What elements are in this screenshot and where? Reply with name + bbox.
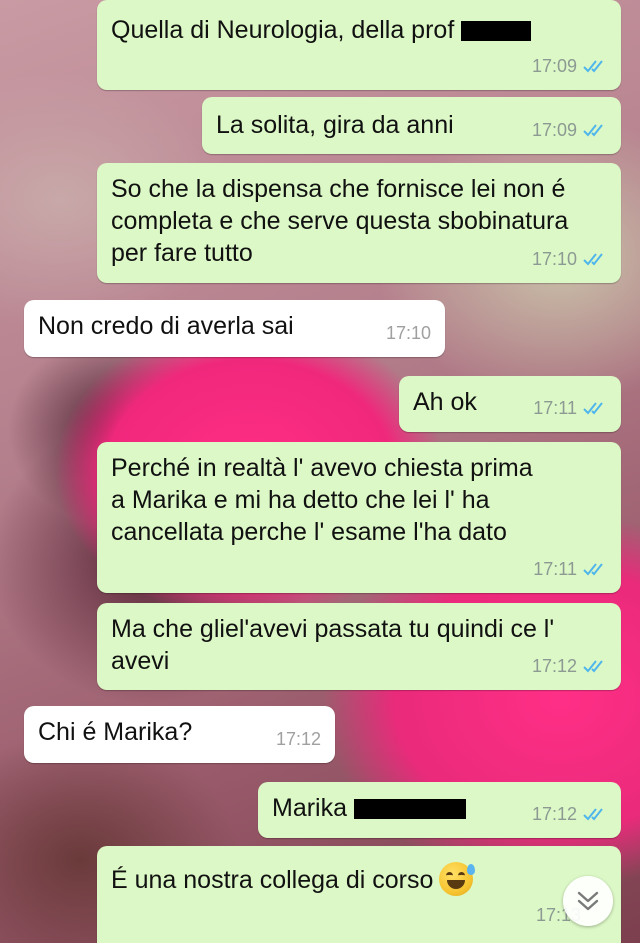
read-ticks-icon: [583, 124, 603, 137]
message-meta: 17:09: [532, 50, 609, 82]
scroll-to-bottom-button[interactable]: [563, 876, 613, 926]
message-meta: 17:12: [532, 650, 609, 682]
message-time: 17:12: [531, 804, 577, 824]
message-text: É una nostra collega di corso: [111, 862, 607, 896]
read-ticks-icon: [583, 253, 603, 266]
redacted-name: [461, 21, 532, 42]
message-bubble-outgoing[interactable]: Ah ok 17:11: [399, 376, 621, 432]
message-meta: 17:09: [532, 114, 609, 146]
message-time: 17:12: [531, 656, 577, 676]
message-time: 17:09: [531, 120, 577, 140]
read-ticks-icon: [583, 402, 603, 415]
message-bubble-outgoing[interactable]: Ma che gliel'avevi passata tu quindi ce …: [97, 603, 621, 690]
message-bubble-outgoing[interactable]: Perché in realtà l' avevo chiesta prima …: [97, 442, 621, 593]
message-meta: 17:10: [386, 317, 431, 349]
double-chevron-down-icon: [577, 891, 599, 911]
read-ticks-icon: [583, 60, 603, 73]
read-ticks-icon: [583, 660, 603, 673]
message-time: 17:11: [533, 559, 577, 579]
message-time: 17:10: [385, 323, 431, 343]
message-meta: 17:12: [532, 798, 609, 830]
message-time: 17:09: [531, 56, 577, 76]
message-bubble-incoming[interactable]: Non credo di averla sai 17:10: [24, 300, 445, 357]
message-meta: 17:10: [532, 243, 609, 275]
message-bubble-outgoing[interactable]: É una nostra collega di corso 17:13: [97, 846, 621, 943]
message-time: 17:12: [275, 729, 321, 749]
message-meta: 17:11: [533, 553, 609, 585]
read-ticks-icon: [583, 563, 603, 576]
redacted-surname: [353, 799, 466, 820]
message-text: Perché in realtà l' avevo chiesta prima …: [111, 454, 533, 546]
message-meta: 17:12: [276, 723, 321, 755]
message-bubble-incoming[interactable]: Chi é Marika? 17:12: [24, 706, 335, 763]
message-bubble-outgoing[interactable]: Quella di Neurologia, della prof 17:09: [97, 0, 621, 90]
message-time: 17:11: [533, 398, 577, 418]
message-bubble-outgoing[interactable]: So che la dispensa che fornisce lei non …: [97, 163, 621, 283]
grinning-face-with-sweat-icon: [439, 862, 476, 896]
message-meta: 17:11: [533, 392, 609, 424]
read-ticks-icon: [583, 808, 603, 821]
message-text: Quella di Neurologia, della prof: [111, 14, 607, 46]
message-text: Non credo di averla sai: [38, 312, 294, 340]
message-time: 17:10: [531, 249, 577, 269]
message-bubble-outgoing[interactable]: La solita, gira da anni 17:09: [202, 97, 621, 154]
message-bubble-outgoing[interactable]: Marika 17:12: [258, 782, 621, 838]
